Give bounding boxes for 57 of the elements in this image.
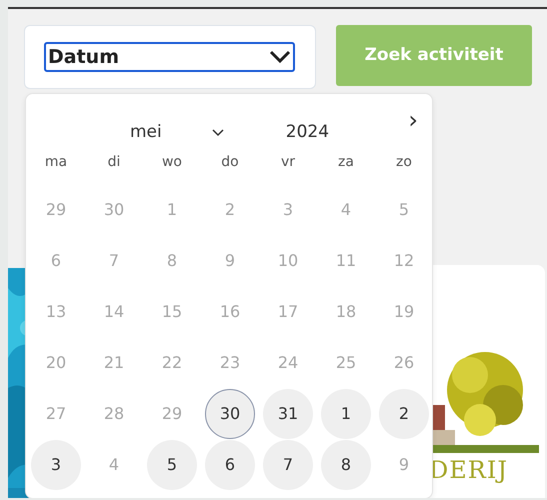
chevron-down-icon: [269, 50, 291, 64]
calendar-day[interactable]: 29: [31, 184, 81, 234]
calendar-day[interactable]: 12: [379, 236, 429, 286]
weekday-label: vr: [280, 152, 296, 172]
calendar-day[interactable]: 30: [205, 388, 255, 438]
year-label[interactable]: 2024: [286, 120, 330, 146]
calendar-day[interactable]: 10: [263, 236, 313, 286]
calendar-day[interactable]: 27: [31, 388, 81, 438]
calendar-day[interactable]: 13: [31, 286, 81, 336]
calendar-day[interactable]: 8: [147, 236, 197, 286]
weekday-label: wo: [162, 152, 182, 172]
calendar-day[interactable]: 5: [147, 440, 197, 490]
calendar-day[interactable]: 30: [89, 184, 139, 234]
calendar-day[interactable]: 1: [321, 388, 371, 438]
calendar-day[interactable]: 6: [31, 236, 81, 286]
calendar-day[interactable]: 24: [263, 338, 313, 388]
calendar-day[interactable]: 23: [205, 338, 255, 388]
calendar-day[interactable]: 8: [321, 440, 371, 490]
calendar-day[interactable]: 25: [321, 338, 371, 388]
calendar-day[interactable]: 16: [205, 286, 255, 336]
calendar-day[interactable]: 4: [321, 184, 371, 234]
weekday-label: zo: [396, 152, 412, 172]
calendar-day[interactable]: 6: [205, 440, 255, 490]
calendar-day[interactable]: 14: [89, 286, 139, 336]
weekday-label: do: [221, 152, 239, 172]
calendar-day[interactable]: 7: [263, 440, 313, 490]
calendar-day[interactable]: 28: [89, 388, 139, 438]
next-month-button[interactable]: ›: [408, 102, 418, 138]
calendar-day[interactable]: 17: [263, 286, 313, 336]
calendar-day[interactable]: 1: [147, 184, 197, 234]
calendar-day[interactable]: 31: [263, 388, 313, 438]
calendar-day[interactable]: 4: [89, 440, 139, 490]
calendar-day[interactable]: 3: [31, 440, 81, 490]
weekday-label: ma: [44, 152, 68, 172]
calendar-day[interactable]: 7: [89, 236, 139, 286]
calendar-day[interactable]: 5: [379, 184, 429, 234]
calendar-day[interactable]: 20: [31, 338, 81, 388]
chevron-down-icon: [212, 128, 224, 137]
calendar-day[interactable]: 22: [147, 338, 197, 388]
calendar-day[interactable]: 26: [379, 338, 429, 388]
calendar-day[interactable]: 19: [379, 286, 429, 336]
calendar-day[interactable]: 21: [89, 338, 139, 388]
calendar-day[interactable]: 29: [147, 388, 197, 438]
logo-text: DERIJ: [429, 457, 509, 484]
calendar-day[interactable]: 3: [263, 184, 313, 234]
calendar-day[interactable]: 18: [321, 286, 371, 336]
calendar-day[interactable]: 9: [205, 236, 255, 286]
weekday-label: za: [338, 152, 354, 172]
month-select[interactable]: mei: [130, 120, 224, 146]
calendar-day[interactable]: 11: [321, 236, 371, 286]
calendar-day[interactable]: 15: [147, 286, 197, 336]
calendar-day[interactable]: 2: [205, 184, 255, 234]
calendar-day[interactable]: 9: [379, 440, 429, 490]
search-button[interactable]: Zoek activiteit: [336, 25, 532, 86]
date-select[interactable]: Datum: [44, 42, 295, 72]
weekday-label: di: [108, 152, 120, 172]
calendar-day[interactable]: 2: [379, 388, 429, 438]
